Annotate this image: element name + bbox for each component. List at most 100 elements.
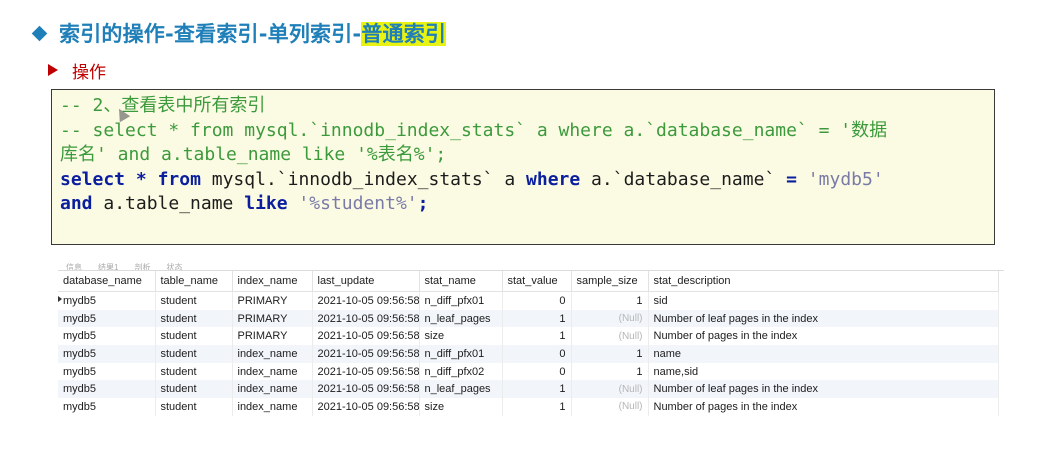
table-cell[interactable]: 2021-10-05 09:56:58 — [312, 291, 420, 310]
table-cell[interactable]: 1 — [502, 398, 572, 416]
table-cell[interactable]: index_name — [232, 380, 313, 399]
column-header[interactable]: table_name — [155, 271, 233, 292]
table-cell[interactable]: 2021-10-05 09:56:58 — [312, 309, 420, 328]
slide-title-row: 索引的操作-查看索引-单列索引-普通索引 — [31, 18, 447, 48]
tab-result-1[interactable]: 结果1 — [90, 262, 126, 270]
kw-equals: = — [786, 168, 797, 190]
table-cell[interactable]: 1 — [502, 327, 572, 346]
table-cell[interactable]: mydb5 — [58, 398, 156, 416]
table-cell[interactable]: index_name — [232, 362, 313, 381]
kw-and: and — [60, 193, 93, 215]
table-cell[interactable]: student — [155, 345, 233, 363]
table-cell[interactable]: mydb5 — [58, 380, 156, 399]
code-string-db: 'mydb5' — [796, 168, 884, 190]
table-cell[interactable]: student — [155, 309, 233, 328]
column-header[interactable]: index_name — [232, 271, 313, 292]
code-line-select: select * from mysql.`innodb_index_stats`… — [60, 168, 994, 193]
table-cell[interactable]: 0 — [502, 291, 572, 310]
table-cell[interactable]: 2021-10-05 09:56:58 — [312, 345, 420, 363]
table-cell[interactable]: 2021-10-05 09:56:58 — [312, 327, 420, 346]
table-row[interactable]: mydb5 student index_name 2021-10-05 09:56:5… — [58, 398, 999, 416]
table-cell[interactable]: Number of leaf pages in the index — [648, 380, 999, 399]
table-row[interactable]: mydb5 student index_name 2021-10-05 09:56:5… — [58, 362, 999, 381]
table-cell[interactable]: 2021-10-05 09:56:58 — [312, 362, 420, 381]
column-header[interactable]: stat_name — [419, 271, 503, 292]
table-cell[interactable]: index_name — [232, 345, 313, 363]
table-row[interactable]: mydb5 student PRIMARY 2021-10-05 09:56:58 n_… — [58, 309, 999, 328]
current-row-indicator-icon — [58, 296, 62, 302]
tab-info[interactable]: 信息 — [58, 262, 90, 270]
table-cell[interactable]: PRIMARY — [232, 327, 313, 346]
table-cell[interactable]: PRIMARY — [232, 291, 313, 310]
table-cell[interactable]: 2021-10-05 09:56:58 — [312, 398, 420, 416]
table-cell[interactable]: student — [155, 398, 233, 416]
table-cell[interactable]: (Null) — [571, 398, 649, 416]
table-cell[interactable]: 1 — [571, 345, 649, 363]
code-string-table: '%student%' — [287, 193, 418, 215]
table-cell[interactable]: mydb5 — [58, 327, 156, 346]
table-cell[interactable]: Number of leaf pages in the index — [648, 309, 999, 328]
table-cell[interactable]: 1 — [571, 291, 649, 310]
code-comment-line-1: -- 2、查看表中所有索引 — [60, 95, 266, 116]
table-cell[interactable]: size — [419, 327, 503, 346]
table-cell[interactable]: n_diff_pfx01 — [419, 291, 503, 310]
table-cell[interactable]: name,sid — [648, 362, 999, 381]
tab-status[interactable]: 状态 — [158, 262, 190, 270]
column-header[interactable]: stat_description — [648, 271, 999, 292]
table-cell[interactable]: 1 — [502, 309, 572, 328]
table-cell[interactable]: (Null) — [571, 327, 649, 346]
table-cell[interactable]: n_diff_pfx01 — [419, 345, 503, 363]
table-cell[interactable]: PRIMARY — [232, 309, 313, 328]
table-cell[interactable]: mydb5 — [58, 362, 156, 381]
table-cell[interactable]: n_leaf_pages — [419, 309, 503, 328]
table-row[interactable]: mydb5 student PRIMARY 2021-10-05 09:56:58 si… — [58, 327, 999, 346]
table-cell[interactable]: mydb5 — [58, 345, 156, 363]
table-cell[interactable]: 1 — [571, 362, 649, 381]
kw-star: * — [135, 168, 147, 190]
slide-title: 索引的操作-查看索引-单列索引-普通索引 — [59, 18, 447, 48]
code-column-ref-2: a.table_name — [92, 193, 245, 215]
kw-select: select — [60, 168, 126, 190]
table-row[interactable]: mydb5 student index_name 2021-10-05 09:56:5… — [58, 345, 999, 363]
table-cell[interactable]: Number of pages in the index — [648, 398, 999, 416]
table-cell[interactable]: n_leaf_pages — [419, 380, 503, 399]
code-comment-line-2: -- select * from mysql.`innodb_index_sta… — [60, 119, 888, 141]
table-cell[interactable]: student — [155, 362, 233, 381]
table-cell[interactable]: Number of pages in the index — [648, 327, 999, 346]
subtitle-row: 操作 — [48, 56, 106, 84]
kw-like: like — [244, 193, 288, 215]
code-column-ref: a.`database_name` — [580, 168, 787, 190]
table-cell[interactable]: 0 — [502, 345, 572, 363]
column-header[interactable]: stat_value — [502, 271, 572, 292]
sql-code-box: -- 2、查看表中所有索引 -- select * from mysql.`in… — [51, 89, 995, 245]
table-cell[interactable]: student — [155, 380, 233, 399]
table-cell[interactable]: sid — [648, 291, 999, 310]
table-cell[interactable]: 2021-10-05 09:56:58 — [312, 380, 420, 399]
table-cell[interactable]: 1 — [502, 380, 572, 399]
subtitle: 操作 — [72, 62, 106, 83]
table-row[interactable]: mydb5 student index_name 2021-10-05 09:56:5… — [58, 380, 999, 399]
column-header[interactable]: database_name — [58, 271, 156, 292]
diamond-bullet-icon — [31, 25, 48, 41]
table-cell[interactable]: 0 — [502, 362, 572, 381]
table-row[interactable]: mydb5 student PRIMARY 2021-10-05 09:56:58 n_… — [58, 291, 999, 310]
table-cell[interactable]: index_name — [232, 398, 313, 416]
tab-profile[interactable]: 剖析 — [126, 262, 158, 270]
table-cell[interactable]: mydb5 — [58, 309, 156, 328]
code-semicolon: ; — [417, 193, 429, 215]
result-tabs: 信息 结果1 剖析 状态 — [58, 254, 1004, 271]
table-cell[interactable]: mydb5 — [58, 291, 156, 310]
column-header[interactable]: last_update — [312, 271, 420, 292]
column-header[interactable]: sample_size — [571, 271, 649, 292]
table-cell[interactable]: (Null) — [571, 380, 649, 399]
table-cell[interactable]: student — [155, 291, 233, 310]
table-cell[interactable]: size — [419, 398, 503, 416]
table-cell[interactable]: n_diff_pfx02 — [419, 362, 503, 381]
table-header-row: database_name table_name index_name last… — [58, 271, 999, 292]
code-table-ref: mysql.`innodb_index_stats` a — [200, 168, 527, 190]
table-cell[interactable]: student — [155, 327, 233, 346]
kw-from: from — [157, 168, 201, 190]
table-cell[interactable]: name — [648, 345, 999, 363]
slide-title-main: 索引的操作-查看索引-单列索引- — [59, 22, 362, 46]
table-cell[interactable]: (Null) — [571, 309, 649, 328]
